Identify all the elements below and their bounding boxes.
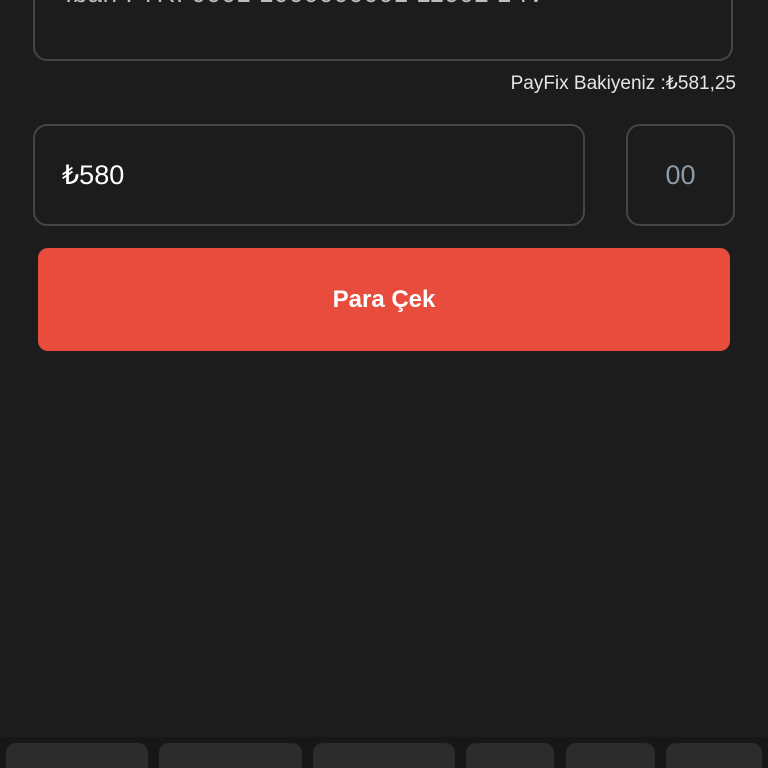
cents-input[interactable]: 00 xyxy=(626,124,735,226)
withdraw-page: Iban : TR. 0001 1000000001 11002 1 IV Pa… xyxy=(0,0,768,768)
withdraw-button[interactable]: Para Çek xyxy=(38,248,730,351)
keyboard-key[interactable] xyxy=(313,743,455,768)
payfix-balance: PayFix Bakiyeniz :₺581,25 xyxy=(510,73,736,94)
keyboard-key[interactable] xyxy=(666,743,762,768)
amount-value: ₺580 xyxy=(62,159,125,190)
keyboard-key[interactable] xyxy=(566,743,655,768)
iban-text: Iban : TR. 0001 1000000001 11002 1 IV xyxy=(65,0,545,9)
keyboard-key[interactable] xyxy=(159,743,302,768)
keyboard-key[interactable] xyxy=(466,743,554,768)
amount-input[interactable]: ₺580 xyxy=(33,124,585,226)
cents-value: 00 xyxy=(665,159,696,190)
iban-field[interactable]: Iban : TR. 0001 1000000001 11002 1 IV xyxy=(33,0,733,61)
keyboard-key[interactable] xyxy=(6,743,148,768)
